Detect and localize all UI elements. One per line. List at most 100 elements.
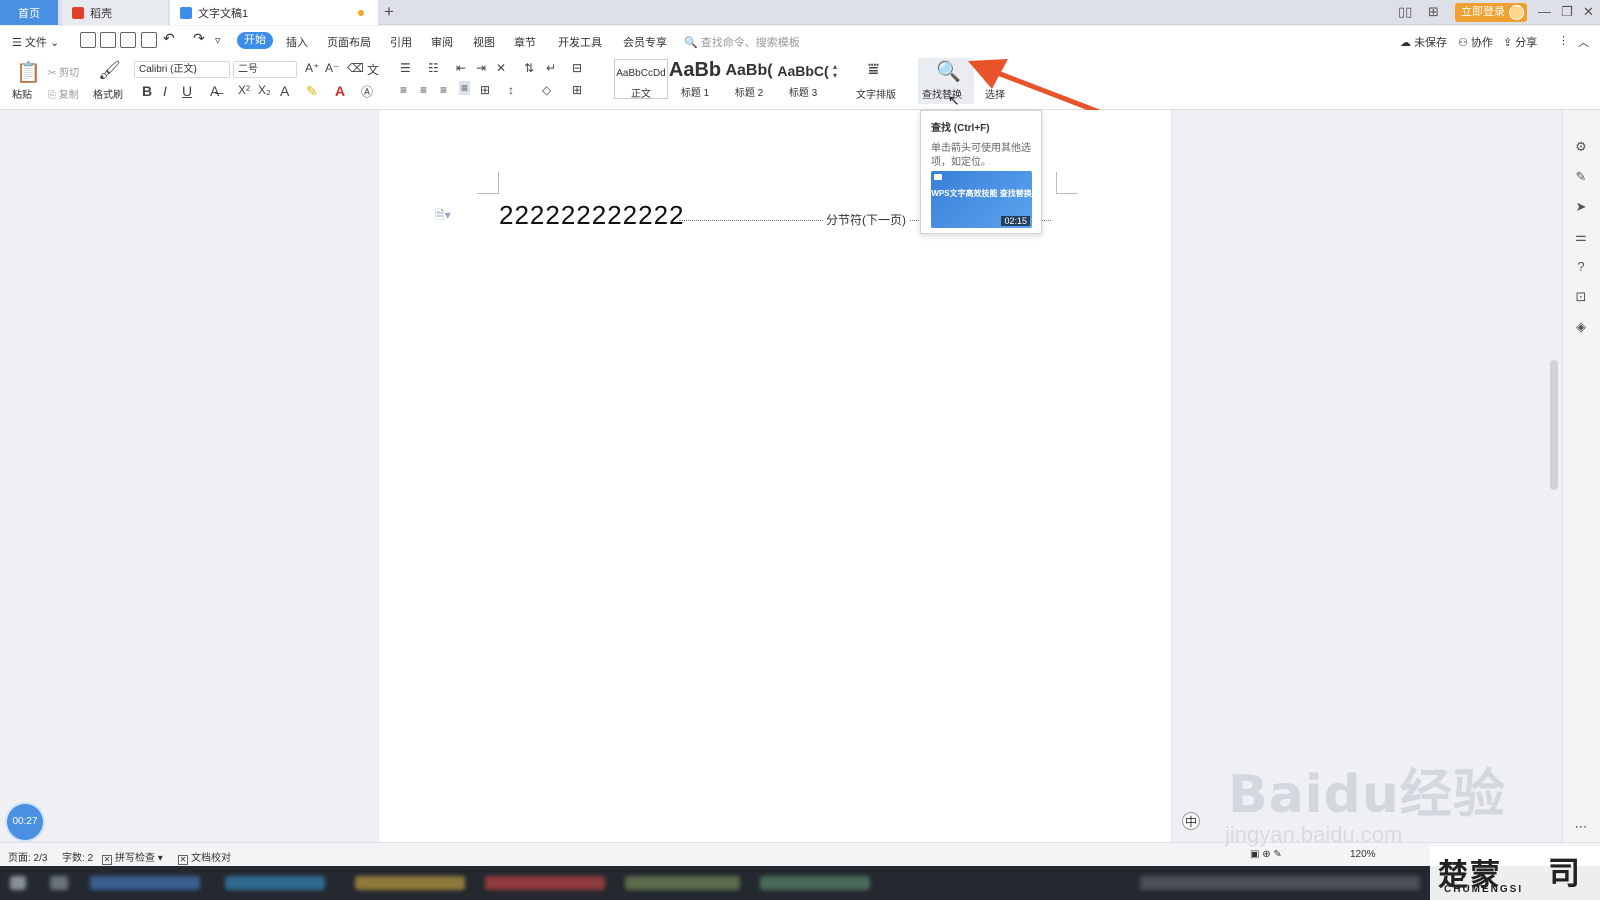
increase-indent-icon[interactable]: ⇥ — [476, 61, 486, 75]
page-indicator[interactable]: 页面: 2/3 — [8, 849, 47, 864]
collapse-ribbon-icon[interactable]: ︿ — [1578, 34, 1589, 50]
shrink-font-icon[interactable]: A⁻ — [325, 61, 339, 75]
command-search[interactable]: 🔍 查找命令、搜索模板 — [684, 34, 800, 50]
strikethrough-icon[interactable]: A̶ — [210, 83, 219, 99]
font-size-select[interactable]: 二号 — [233, 61, 297, 78]
print-icon[interactable] — [120, 32, 136, 48]
taskbar-app-4[interactable] — [355, 876, 465, 890]
phonetic-icon[interactable]: 文 — [367, 61, 379, 78]
font-name-select[interactable]: Calibri (正文) — [134, 61, 230, 78]
chinese-layout-icon[interactable]: ✕ — [496, 61, 506, 75]
copy-button[interactable]: ⎘ 复制 — [48, 86, 79, 101]
underline-icon[interactable]: U — [182, 83, 192, 99]
grid-icon[interactable]: ⊞ — [1428, 4, 1439, 20]
unsaved-status[interactable]: ☁ 未保存 — [1400, 34, 1447, 50]
tab-stop-icon[interactable]: ⊟ — [572, 61, 582, 75]
tab-document[interactable]: 文字文稿1 — [170, 0, 378, 25]
print-preview-icon[interactable] — [141, 32, 157, 48]
taskbar-app-6[interactable] — [625, 876, 740, 890]
login-button[interactable]: 立即登录 — [1455, 3, 1527, 22]
tab-review[interactable]: 审阅 — [431, 34, 453, 50]
paste-label[interactable]: 粘贴 — [12, 86, 32, 101]
distributed-icon[interactable]: ⊞ — [480, 83, 490, 97]
tab-start[interactable]: 开始 — [237, 32, 273, 49]
view-mode-icon[interactable]: ▣ ⊕ ✎ — [1250, 849, 1282, 860]
help-icon[interactable]: ? — [1574, 260, 1588, 274]
italic-icon[interactable]: I — [163, 83, 167, 99]
restore-icon[interactable]: ❐ — [1561, 4, 1573, 20]
ime-indicator-icon[interactable]: 中 — [1182, 812, 1200, 830]
style-heading-2[interactable]: AaBb( 标题 2 — [722, 59, 776, 99]
redo-icon[interactable]: ↷ — [193, 30, 205, 47]
document-page[interactable]: 🗎▾ 222222222222 分节符(下一页) — [378, 110, 1172, 842]
font-color-icon[interactable]: A — [335, 83, 345, 99]
styles-scroll-icon[interactable]: ▴ ▾ — [833, 62, 837, 80]
tab-chapter[interactable]: 章节 — [514, 34, 536, 50]
text-effect-icon[interactable]: A — [280, 83, 289, 99]
subscript-icon[interactable]: X₂ — [258, 83, 271, 97]
zoom-level[interactable]: 120% — [1350, 849, 1376, 860]
translate-icon[interactable]: ⊡ — [1574, 290, 1588, 304]
save-icon[interactable] — [80, 32, 96, 48]
tab-view[interactable]: 视图 — [473, 34, 495, 50]
style-heading-3[interactable]: AaBbC( 标题 3 — [776, 59, 830, 99]
more-icon[interactable]: ⋮ — [1558, 34, 1569, 47]
collab-button[interactable]: ⚇ 协作 — [1458, 34, 1493, 50]
tooltip-video-thumbnail[interactable]: WPS文字高效技能 查找替换 02:15 — [931, 171, 1032, 228]
pen-icon[interactable]: ✎ — [1574, 170, 1588, 184]
align-right-icon[interactable]: ≡ — [440, 83, 447, 97]
layout-icon[interactable]: ▯▯ — [1398, 4, 1412, 20]
taskbar-app-3[interactable] — [225, 876, 325, 890]
quick-access-dropdown-icon[interactable]: ▿ — [215, 34, 221, 47]
menu-file[interactable]: ☰ 文件 ⌄ — [12, 34, 59, 50]
align-center-icon[interactable]: ≡ — [420, 83, 427, 97]
minimize-icon[interactable]: — — [1538, 4, 1551, 19]
shading-icon[interactable]: ◇ — [542, 83, 551, 97]
style-heading-1[interactable]: AaBb 标题 1 — [668, 59, 722, 99]
vertical-scrollbar[interactable] — [1550, 360, 1558, 490]
borders-icon[interactable]: ⊞ — [572, 83, 582, 97]
new-tab-button[interactable]: + — [384, 2, 394, 22]
share-button[interactable]: ⇪ 分享 — [1503, 34, 1537, 50]
settings-sliders-icon[interactable]: ⚌ — [1574, 230, 1588, 244]
format-painter-icon[interactable]: 🖌 — [98, 60, 121, 81]
bold-icon[interactable]: B — [142, 83, 152, 99]
system-tray[interactable] — [1140, 876, 1420, 890]
sort-icon[interactable]: ⇅ — [524, 61, 534, 75]
bullet-list-icon[interactable]: ☰ — [400, 61, 411, 75]
superscript-icon[interactable]: X² — [238, 83, 250, 97]
more-dots-icon[interactable]: ⋯ — [1574, 820, 1588, 834]
start-icon[interactable] — [10, 876, 26, 890]
timer-badge[interactable]: 00:27 — [7, 804, 43, 840]
smart-icon[interactable]: ⚙ — [1574, 140, 1588, 154]
highlight-icon[interactable]: ✎ — [306, 83, 318, 100]
style-normal[interactable]: AaBbCcDd 正文 — [614, 59, 668, 100]
format-painter-label[interactable]: 格式刷 — [93, 86, 123, 101]
taskbar-app-5[interactable] — [485, 876, 605, 890]
undo-icon[interactable]: ↶ — [163, 30, 175, 47]
tab-page-layout[interactable]: 页面布局 — [327, 34, 371, 50]
clear-format-icon[interactable]: ⌫ — [347, 61, 364, 75]
tab-reference[interactable]: 引用 — [390, 34, 412, 50]
tab-insert[interactable]: 插入 — [286, 34, 308, 50]
tab-developer-tools[interactable]: 开发工具 — [558, 34, 602, 50]
word-count[interactable]: 字数: 2 — [62, 849, 93, 864]
taskbar-app-2[interactable] — [90, 876, 200, 890]
tab-home[interactable]: 首页 — [0, 0, 58, 25]
line-spacing-icon[interactable]: ↕ — [508, 83, 514, 97]
paragraph-options-icon[interactable]: 🗎▾ — [435, 206, 451, 227]
justify-icon[interactable]: ≡ — [459, 81, 471, 95]
export-icon[interactable] — [100, 32, 116, 48]
taskbar-app-1[interactable] — [50, 876, 68, 890]
document-text[interactable]: 222222222222 — [499, 200, 685, 231]
pointer-icon[interactable]: ➤ — [1574, 200, 1588, 214]
cut-button[interactable]: ✂ 剪切 — [48, 64, 79, 79]
align-left-icon[interactable]: ≡ — [400, 83, 407, 97]
show-marks-icon[interactable]: ↵ — [546, 61, 556, 75]
grow-font-icon[interactable]: A⁺ — [305, 61, 319, 75]
char-border-icon[interactable]: Ⓐ — [361, 83, 373, 100]
tab-vip[interactable]: 会员专享 — [623, 34, 667, 50]
taskbar-app-7[interactable] — [760, 876, 870, 890]
close-icon[interactable]: ✕ — [1583, 4, 1594, 20]
paste-icon[interactable]: 📋 — [16, 60, 41, 85]
